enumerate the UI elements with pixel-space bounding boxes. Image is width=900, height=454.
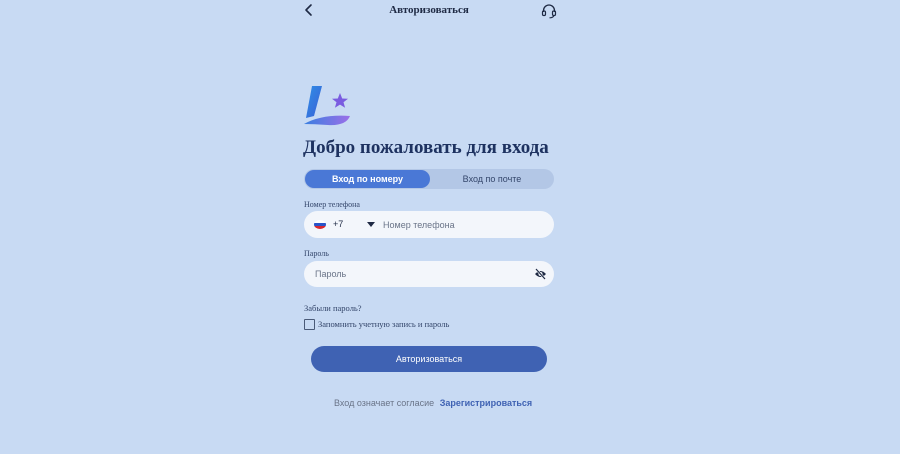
consent-text: Вход означает согласие <box>334 398 435 408</box>
eye-hidden-icon[interactable] <box>534 268 547 280</box>
register-link[interactable]: Зарегистрироваться <box>440 398 532 408</box>
page-title: Авторизоваться <box>389 4 469 16</box>
remember-checkbox[interactable] <box>304 319 315 330</box>
russia-flag-icon[interactable] <box>314 220 326 229</box>
password-input[interactable] <box>315 266 515 281</box>
country-code[interactable]: +7 <box>333 219 343 229</box>
app-logo <box>302 84 354 128</box>
chevron-down-icon[interactable] <box>367 222 375 227</box>
forgot-password-link[interactable]: Забыли пароль? <box>304 303 362 313</box>
headset-icon[interactable] <box>540 2 558 20</box>
back-chevron-icon[interactable] <box>302 3 316 17</box>
phone-input[interactable] <box>383 217 543 232</box>
login-button[interactable]: Авторизоваться <box>311 346 547 372</box>
tab-email-login[interactable]: Вход по почте <box>430 170 554 188</box>
phone-label: Номер телефона <box>304 200 360 209</box>
welcome-heading: Добро пожаловать для входа <box>303 137 549 158</box>
phone-field: +7 <box>304 211 554 238</box>
remember-label: Запомнить учетную запись и пароль <box>318 319 450 329</box>
footer: Вход означает согласие Зарегистрироватьс… <box>334 398 532 408</box>
password-label: Пароль <box>304 249 329 258</box>
password-field <box>304 261 554 287</box>
tab-phone-login[interactable]: Вход по номеру <box>305 170 430 188</box>
login-method-tabs: Вход по номеру Вход по почте <box>304 169 554 189</box>
